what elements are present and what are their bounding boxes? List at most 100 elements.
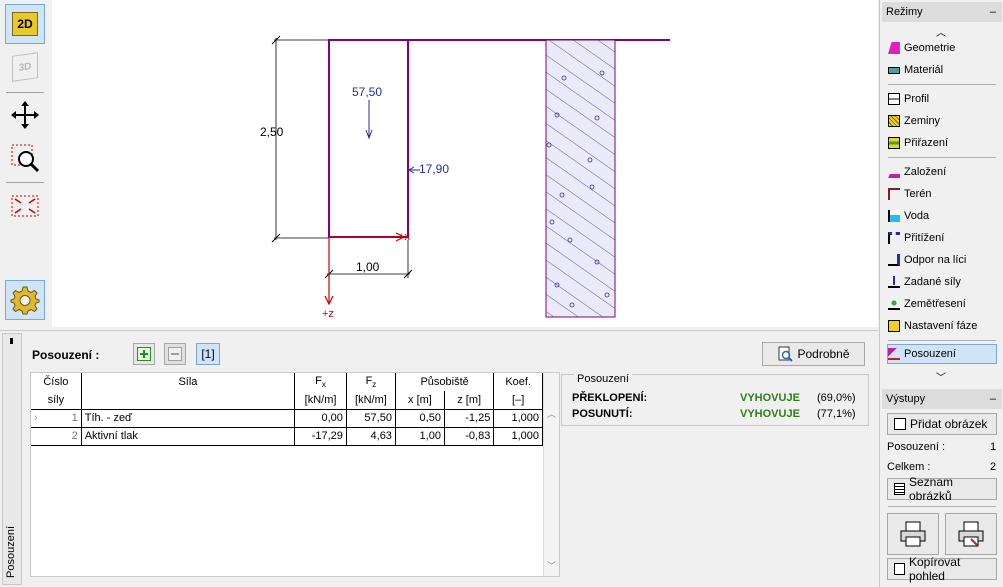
mode-geometry[interactable]: Geometrie xyxy=(888,38,998,58)
scroll-down-icon[interactable]: ﹀ xyxy=(936,369,946,384)
outputs-header: Výstupy – xyxy=(882,389,1002,409)
mode-material[interactable]: Materiál xyxy=(888,60,998,80)
wall-drawing xyxy=(271,35,670,318)
list-icon xyxy=(894,483,905,495)
verification-icon xyxy=(888,348,900,360)
terrain-icon xyxy=(888,188,900,200)
col-number-header: Číslo xyxy=(31,373,82,391)
stage-badge[interactable]: [1] xyxy=(196,343,220,365)
zoom-extents-button[interactable] xyxy=(5,186,45,226)
view-3d-button[interactable]: 3D xyxy=(5,47,45,87)
side-tab-posouzeni[interactable]: Posouzení xyxy=(2,333,22,585)
scroll-up-icon: ︿ xyxy=(547,409,557,419)
scroll-down-icon: ﹀ xyxy=(547,561,557,571)
results-group: Posouzení PŘEKLOPENÍ: VYHOVUJE (69,0%) P… xyxy=(561,373,869,426)
mode-surcharge[interactable]: Přitížení xyxy=(888,228,998,248)
remove-button[interactable] xyxy=(164,343,186,365)
table-row[interactable]: 2 Aktivní tlak -17,29 4,63 1,00 -0,83 1,… xyxy=(31,427,543,445)
count-value-2: 2 xyxy=(990,461,997,473)
mode-applied-forces[interactable]: Zadané síly xyxy=(888,272,998,292)
forces-table: Číslo Síla Fx Fz Působiště Koef. síly [k… xyxy=(30,372,560,577)
col-fx-header: Fx xyxy=(294,373,347,391)
view-2d-button[interactable]: 2D xyxy=(5,4,45,44)
result-value-1: (69,0%) xyxy=(817,392,856,404)
print-preview-button[interactable] xyxy=(945,513,997,555)
zoom-extents-icon xyxy=(11,195,39,217)
list-pictures-button[interactable]: Seznam obrázků xyxy=(887,475,997,503)
foundation-icon xyxy=(888,166,900,178)
mode-terrain[interactable]: Terén xyxy=(888,184,998,204)
table-row[interactable]: › 1 Tíh. - zeď 0,00 57,50 0,50 -1,25 1,00… xyxy=(31,409,543,427)
horizontal-load-label: 17,90 xyxy=(419,162,450,176)
count-value-1: 1 xyxy=(990,441,997,453)
copy-icon xyxy=(894,563,905,575)
mode-assign[interactable]: Přiřazení xyxy=(888,133,998,153)
mode-water[interactable]: Voda xyxy=(888,206,998,226)
col-coef-header: Koef. xyxy=(493,373,543,391)
applied-forces-icon xyxy=(888,276,900,288)
col-force-header: Síla xyxy=(81,373,296,391)
mode-soils[interactable]: Zeminy xyxy=(888,111,998,131)
soil-hatch xyxy=(546,40,615,317)
print-preview-icon xyxy=(958,521,984,547)
view-toolbar: 2D 3D xyxy=(0,0,52,327)
collapse-icon[interactable]: – xyxy=(990,389,996,409)
result-status-2: VYHOVUJE xyxy=(740,408,800,420)
stage-settings-icon xyxy=(888,320,900,332)
mode-front-resistance[interactable]: Odpor na líci xyxy=(888,250,998,270)
plus-icon xyxy=(137,347,151,361)
settings-icon xyxy=(10,286,40,315)
count-label-2: Celkem : xyxy=(887,461,931,473)
move-button[interactable] xyxy=(5,95,45,135)
earthquake-icon xyxy=(888,298,900,310)
width-dimension-label: 1,00 xyxy=(356,260,380,274)
detail-button[interactable]: Podrobně xyxy=(762,342,865,366)
table-scrollbar[interactable]: ︿ ﹀ xyxy=(543,373,559,576)
mode-earthquake[interactable]: Zemětřesení xyxy=(888,294,998,314)
3d-view-icon: 3D xyxy=(12,52,38,82)
add-picture-button[interactable]: Přidat obrázek xyxy=(887,413,997,435)
mode-profile[interactable]: Profil xyxy=(888,89,998,109)
assign-icon xyxy=(888,137,900,149)
add-button[interactable] xyxy=(133,343,155,365)
col-fz-header: Fz xyxy=(346,373,396,391)
minus-icon xyxy=(168,347,182,361)
copy-view-button[interactable]: Kopírovat pohled xyxy=(887,555,997,583)
detail-icon xyxy=(778,346,794,362)
drawing-canvas[interactable]: 2,50 57,50 17,90 1,00 +x +z xyxy=(52,0,878,327)
move-icon xyxy=(11,101,39,129)
2d-view-icon: 2D xyxy=(12,12,38,36)
zoom-window-icon xyxy=(11,144,40,173)
soils-icon xyxy=(888,115,900,127)
printer-icon xyxy=(900,521,926,547)
front-resistance-icon xyxy=(888,254,900,266)
result-label-2: POSUNUTÍ: xyxy=(572,408,633,420)
wall-outline xyxy=(328,39,409,238)
print-button[interactable] xyxy=(887,513,939,555)
mode-verification[interactable]: Posouzení xyxy=(887,344,997,364)
surcharge-icon xyxy=(888,232,900,244)
collapse-icon[interactable]: – xyxy=(990,2,996,22)
geometry-icon xyxy=(888,42,900,54)
mode-stage-settings[interactable]: Nastavení fáze xyxy=(888,316,998,336)
add-picture-icon xyxy=(894,418,906,430)
settings-button[interactable] xyxy=(5,280,45,320)
water-icon xyxy=(888,210,900,222)
result-status-1: VYHOVUJE xyxy=(740,392,800,404)
scroll-up-icon[interactable]: ︿ xyxy=(936,24,946,39)
material-icon xyxy=(888,66,900,74)
mode-foundation[interactable]: Založení xyxy=(888,162,998,182)
profile-icon xyxy=(888,93,900,105)
z-axis-label: +z xyxy=(322,308,334,320)
vertical-load-label: 57,50 xyxy=(352,85,383,99)
result-value-2: (77,1%) xyxy=(817,408,856,420)
zoom-window-button[interactable] xyxy=(5,138,45,178)
result-label-1: PŘEKLOPENÍ: xyxy=(572,392,648,404)
panel-label: Posouzení : xyxy=(32,348,100,362)
height-dimension-label: 2,50 xyxy=(260,125,284,139)
row-pointer-icon: › xyxy=(34,412,38,424)
modes-header: Režimy – xyxy=(882,2,1002,22)
count-label-1: Posouzení : xyxy=(887,441,946,453)
right-panel: Režimy – ︿ Geometrie Materiál Profil Zem… xyxy=(879,0,1003,587)
x-axis-label: +x xyxy=(398,231,410,243)
